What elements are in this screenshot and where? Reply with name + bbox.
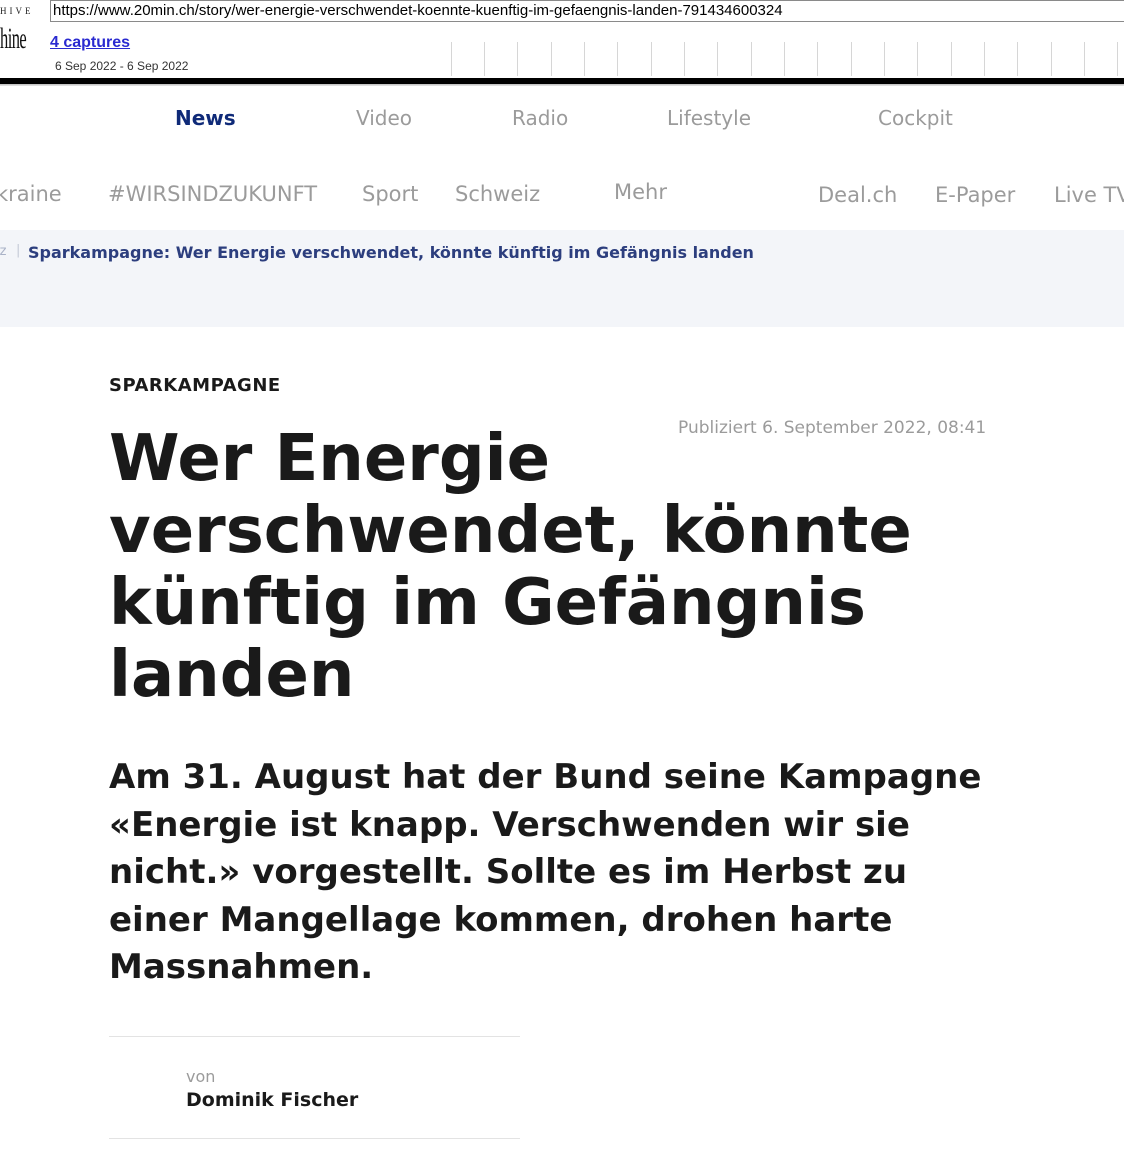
wayback-url-input[interactable]: https://www.20min.ch/story/wer-energie-v…: [50, 0, 1124, 22]
breadcrumb-current: Sparkampagne: Wer Energie verschwendet, …: [28, 243, 754, 262]
timeline-tick: [817, 42, 818, 76]
main-nav-lifestyle[interactable]: Lifestyle: [667, 106, 751, 130]
author-box: von Dominik Fischer: [109, 1036, 520, 1139]
timeline-tick: [684, 42, 685, 76]
timeline-tick: [751, 42, 752, 76]
timeline-tick: [651, 42, 652, 76]
section-nav-mehr[interactable]: Mehr: [614, 182, 667, 204]
timeline-tick: [484, 42, 485, 76]
timeline-tick: [1017, 42, 1018, 76]
author-name[interactable]: Dominik Fischer: [186, 1089, 358, 1111]
timeline-tick: [451, 42, 452, 76]
timeline-tick: [984, 42, 985, 76]
timeline-tick: [617, 42, 618, 76]
section-nav-dealch[interactable]: Deal.ch: [818, 183, 897, 207]
section-nav-wirsindzukunft[interactable]: #WIRSINDZUKUNFT: [108, 182, 317, 206]
wayback-logo-top: HIVE: [0, 6, 34, 16]
section-nav-epaper[interactable]: E-Paper: [935, 183, 1015, 207]
author-prefix: von: [186, 1067, 216, 1086]
breadcrumb-previous[interactable]: iz: [0, 244, 6, 259]
wayback-captures-link[interactable]: 4 captures: [50, 34, 130, 52]
article-lead: Am 31. August hat der Bund seine Kampagn…: [109, 757, 982, 987]
article-headline: Wer Energie verschwendet, könnte künftig…: [109, 422, 912, 712]
main-nav: News Video Radio Lifestyle Cockpit: [0, 106, 1124, 138]
main-nav-news[interactable]: News: [175, 106, 236, 130]
main-nav-cockpit[interactable]: Cockpit: [878, 106, 953, 130]
wayback-date-range: 6 Sep 2022 - 6 Sep 2022: [55, 59, 189, 73]
timeline-tick: [584, 42, 585, 76]
wayback-shadow: [0, 84, 1124, 86]
main-nav-radio[interactable]: Radio: [512, 106, 568, 130]
breadcrumb-separator: |: [16, 243, 21, 258]
timeline-tick: [784, 42, 785, 76]
timeline-tick: [517, 42, 518, 76]
timeline-tick: [717, 42, 718, 76]
section-nav: kraine #WIRSINDZUKUNFT Sport Schweiz Meh…: [0, 182, 1124, 214]
timeline-tick: [1051, 42, 1052, 76]
timeline-tick: [1084, 42, 1085, 76]
wayback-logo[interactable]: hine: [0, 20, 27, 58]
breadcrumb: iz | Sparkampagne: Wer Energie verschwen…: [0, 230, 1124, 327]
section-nav-schweiz[interactable]: Schweiz: [455, 182, 540, 206]
timeline-tick: [951, 42, 952, 76]
timeline-tick: [884, 42, 885, 76]
timeline-tick: [851, 42, 852, 76]
timeline-tick: [1117, 42, 1118, 76]
timeline-tick: [917, 42, 918, 76]
wayback-timeline[interactable]: [451, 42, 1124, 76]
timeline-tick: [551, 42, 552, 76]
wayback-toolbar: HIVE hine https://www.20min.ch/story/wer…: [0, 0, 1124, 86]
main-nav-video[interactable]: Video: [356, 106, 412, 130]
section-nav-ukraine[interactable]: kraine: [0, 182, 62, 206]
article-kicker: SPARKAMPAGNE: [109, 375, 281, 396]
section-nav-live-tv[interactable]: Live TV: [1054, 183, 1124, 207]
section-nav-sport[interactable]: Sport: [362, 182, 418, 206]
